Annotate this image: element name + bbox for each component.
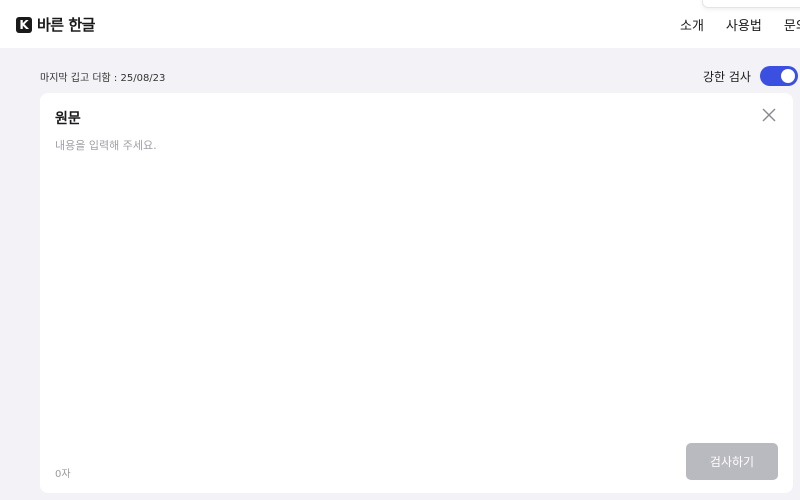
main-nav: 소개 사용법 문의 — [680, 15, 800, 34]
close-icon[interactable] — [761, 107, 777, 123]
logo-k-icon: K — [16, 16, 32, 33]
strict-check-label: 강한 검사 — [703, 69, 751, 84]
logo-text: 바른 한글 — [37, 16, 95, 34]
editor-card: 원문 0자 검사하기 — [40, 93, 793, 493]
nav-item-contact[interactable]: 문의 — [784, 15, 800, 34]
meta-row: 마지막 깁고 더함 : 25/08/23 강한 검사 — [40, 66, 800, 86]
char-count: 0자 — [55, 469, 71, 480]
source-text-input[interactable] — [55, 137, 775, 467]
logo[interactable]: K 바른 한글 — [16, 14, 95, 35]
dropdown-panel-edge — [702, 0, 800, 8]
strict-check-control: 강한 검사 — [703, 66, 798, 86]
strict-check-toggle[interactable] — [759, 66, 798, 86]
nav-item-intro[interactable]: 소개 — [680, 15, 704, 34]
last-update-text: 마지막 깁고 더함 : 25/08/23 — [40, 73, 166, 84]
top-navigation-bar: K 바른 한글 소개 사용법 문의 — [0, 0, 800, 48]
check-button[interactable]: 검사하기 — [686, 443, 778, 480]
toggle-knob — [780, 69, 795, 83]
nav-item-usage[interactable]: 사용법 — [726, 15, 762, 34]
editor-title: 원문 — [55, 111, 81, 127]
